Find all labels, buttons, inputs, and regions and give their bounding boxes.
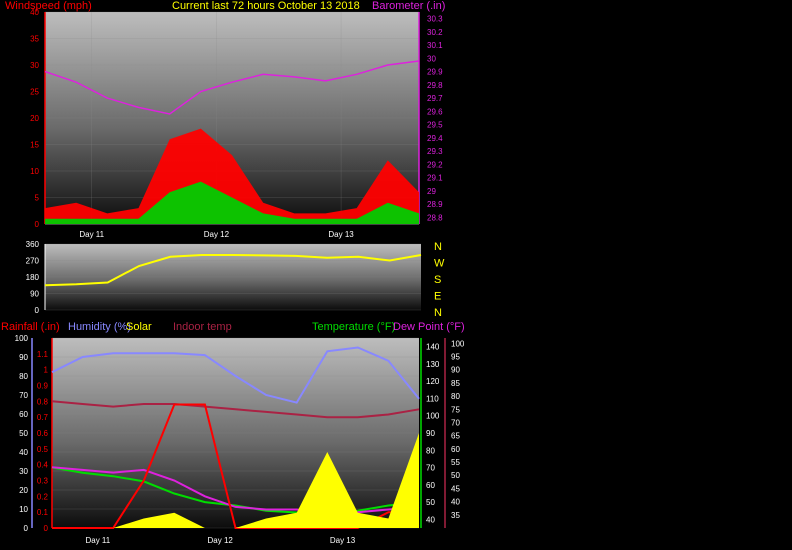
right-tick-label: 29.1 [427, 174, 443, 183]
temperature-tick-label: 90 [426, 429, 435, 438]
left-tick-label: 5 [35, 194, 40, 203]
dewpoint-tick-label: 70 [451, 418, 460, 427]
dewpoint-tick-label: 55 [451, 458, 460, 467]
humidity-axis-label: Humidity (%) [68, 321, 131, 333]
left-tick-label: 35 [30, 35, 39, 44]
barometer-axis-label: Barometer (.in) [372, 0, 445, 12]
humidity-tick-label: 30 [19, 467, 28, 476]
dewpoint-tick-label: 60 [451, 445, 460, 454]
rainfall-tick-label: 0.4 [37, 461, 49, 470]
humidity-tick-label: 90 [19, 353, 28, 362]
humidity-tick-label: 100 [15, 334, 29, 343]
x-tick-label: Day 11 [85, 536, 110, 545]
right-tick-label: 30.1 [427, 41, 443, 50]
right-tick-label: 28.8 [427, 213, 443, 222]
right-tick-label: 29.6 [427, 107, 443, 116]
direction-tick-label: 360 [26, 240, 40, 249]
right-tick-label: 29.7 [427, 94, 443, 103]
rainfall-tick-label: 0.1 [37, 508, 49, 517]
direction-tick-label: 0 [35, 306, 40, 315]
x-tick-label: Day 12 [204, 230, 230, 239]
temperature-tick-label: 140 [426, 343, 440, 352]
rainfall-tick-label: 0 [44, 524, 49, 533]
temperature-tick-label: 60 [426, 481, 435, 490]
chart-title: Current last 72 hours October 13 2018 [172, 0, 360, 12]
right-tick-label: 30 [427, 54, 436, 63]
temperature-axis-label: Temperature (°F) [312, 321, 395, 333]
dewpoint-tick-label: 65 [451, 432, 460, 441]
right-tick-label: 29.4 [427, 134, 443, 143]
compass-label: E [434, 291, 441, 303]
dewpoint-tick-label: 85 [451, 379, 460, 388]
temperature-tick-label: 70 [426, 464, 435, 473]
rainfall-tick-label: 0.8 [37, 397, 49, 406]
compass-label: W [434, 258, 445, 270]
windspeed-axis-label: Windspeed (mph) [5, 0, 92, 12]
solar-axis-label: Solar [126, 321, 152, 333]
rainfall-tick-label: 0.5 [37, 445, 49, 454]
direction-tick-label: 180 [26, 273, 40, 282]
humidity-tick-label: 70 [19, 391, 28, 400]
dewpoint-tick-label: 75 [451, 405, 460, 414]
temperature-tick-label: 100 [426, 412, 440, 421]
dewpoint-axis-label: Dew Point (°F) [393, 321, 465, 333]
temperature-tick-label: 130 [426, 360, 440, 369]
compass-label: N [434, 241, 442, 253]
x-tick-label: Day 13 [330, 536, 356, 545]
dewpoint-tick-label: 35 [451, 511, 460, 520]
humidity-tick-label: 40 [19, 448, 28, 457]
humidity-tick-label: 20 [19, 486, 28, 495]
left-tick-label: 30 [30, 61, 39, 70]
rainfall-tick-label: 0.3 [37, 477, 49, 486]
compass-label: N [434, 307, 442, 319]
x-tick-label: Day 12 [208, 536, 234, 545]
direction-tick-label: 270 [26, 257, 40, 266]
right-tick-label: 30.3 [427, 15, 443, 24]
humidity-tick-label: 0 [24, 524, 29, 533]
dewpoint-tick-label: 45 [451, 484, 460, 493]
direction-tick-label: 90 [30, 290, 39, 299]
right-tick-label: 29 [427, 187, 436, 196]
temperature-tick-label: 40 [426, 515, 435, 524]
right-tick-label: 29.8 [427, 81, 443, 90]
left-tick-label: 25 [30, 88, 39, 97]
temperature-tick-label: 110 [426, 394, 439, 403]
left-tick-label: 0 [35, 220, 40, 229]
rainfall-tick-label: 0.7 [37, 413, 49, 422]
temperature-tick-label: 80 [426, 446, 435, 455]
left-tick-label: 20 [30, 114, 39, 123]
left-tick-label: 15 [30, 141, 39, 150]
rainfall-tick-label: 1.1 [37, 350, 49, 359]
compass-label: S [434, 274, 441, 286]
right-tick-label: 29.3 [427, 147, 443, 156]
rainfall-tick-label: 1 [44, 366, 49, 375]
dewpoint-tick-label: 100 [451, 339, 465, 348]
humidity-tick-label: 60 [19, 410, 28, 419]
x-tick-label: Day 11 [79, 230, 104, 239]
rainfall-tick-label: 0.6 [37, 429, 49, 438]
weather-graphs: Windspeed (mph) Current last 72 hours Oc… [1, 0, 465, 545]
dewpoint-tick-label: 40 [451, 498, 460, 507]
x-tick-label: Day 13 [328, 230, 354, 239]
right-tick-label: 29.9 [427, 68, 443, 77]
dewpoint-tick-label: 90 [451, 366, 460, 375]
humidity-tick-label: 50 [19, 429, 28, 438]
humidity-tick-label: 80 [19, 372, 28, 381]
left-tick-label: 40 [30, 8, 39, 17]
dewpoint-tick-label: 50 [451, 471, 460, 480]
temperature-tick-label: 120 [426, 377, 440, 386]
temperature-tick-label: 50 [426, 498, 435, 507]
dewpoint-tick-label: 80 [451, 392, 460, 401]
rainfall-tick-label: 0.2 [37, 492, 49, 501]
rainfall-tick-label: 0.9 [37, 382, 49, 391]
dewpoint-tick-label: 95 [451, 352, 460, 361]
indoor-temp-axis-label: Indoor temp [173, 321, 232, 333]
humidity-tick-label: 10 [19, 505, 28, 514]
left-tick-label: 10 [30, 167, 39, 176]
rainfall-axis-label: Rainfall (.in) [1, 321, 60, 333]
right-tick-label: 29.5 [427, 121, 443, 130]
right-tick-label: 28.9 [427, 200, 443, 209]
right-tick-label: 30.2 [427, 28, 443, 37]
right-tick-label: 29.2 [427, 160, 443, 169]
